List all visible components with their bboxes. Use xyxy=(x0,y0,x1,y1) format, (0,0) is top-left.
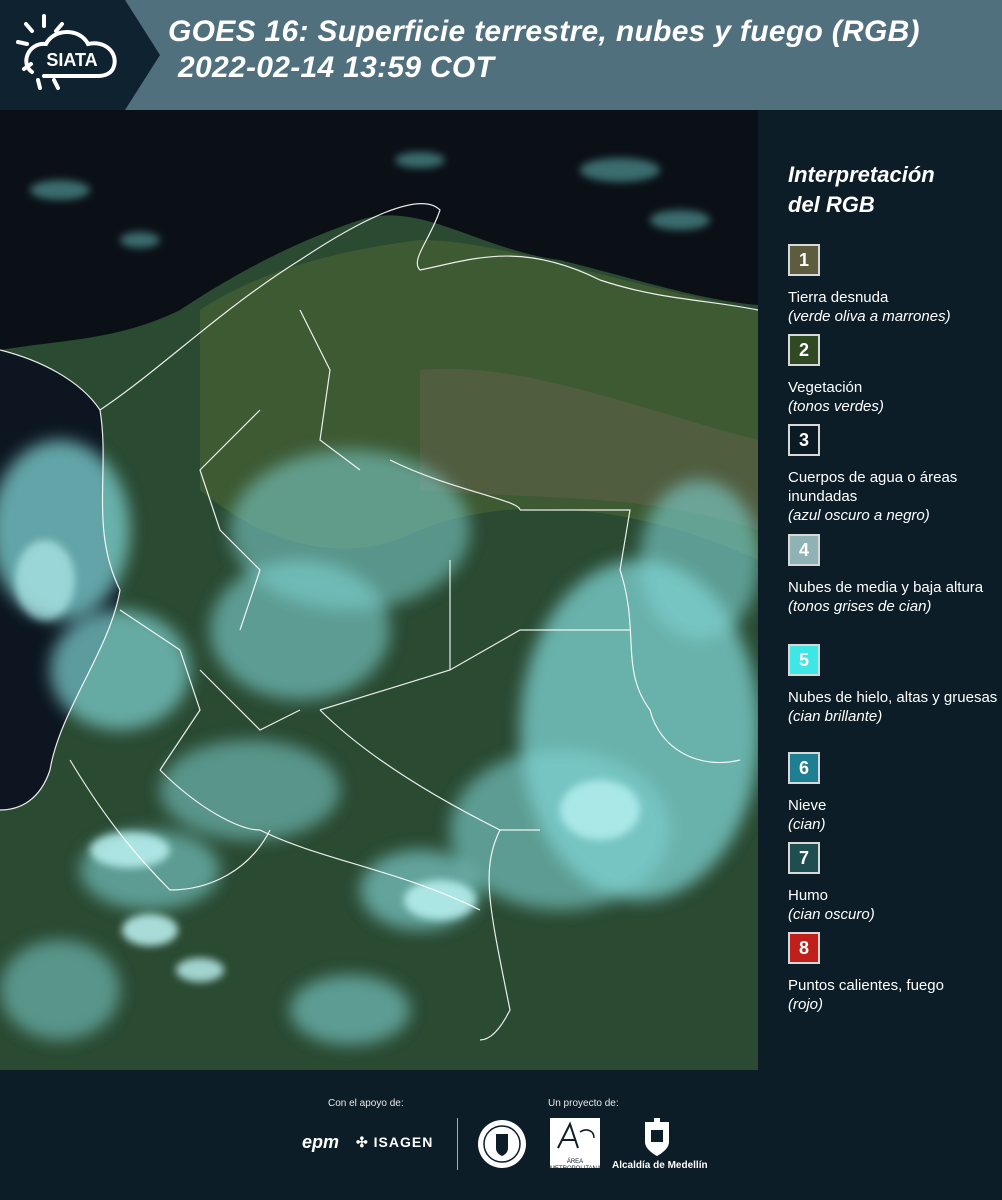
area-metropolitana-logo: ÁREA METROPOLITANA Valle de Aburrá xyxy=(550,1118,601,1179)
legend-swatch: 8 xyxy=(788,932,820,964)
satellite-map xyxy=(0,110,758,1070)
legend-item-6: 6 Nieve (cian) xyxy=(788,752,998,834)
legend-swatch: 7 xyxy=(788,842,820,874)
legend-swatch: 5 xyxy=(788,644,820,676)
legend-label: Nieve xyxy=(788,797,827,814)
university-seal-icon xyxy=(478,1120,526,1168)
legend-sub: (tonos verdes) xyxy=(788,398,884,415)
legend-swatch: 6 xyxy=(788,752,820,784)
legend-label: Cuerpos de agua o áreas inundadas xyxy=(788,469,958,505)
area-metropolitana-mark-icon xyxy=(557,1121,595,1149)
legend-panel: Interpretación del RGB 1 Tierra desnuda … xyxy=(770,110,1002,1070)
logo-panel: SIATA xyxy=(0,0,160,110)
legend-swatch: 1 xyxy=(788,244,820,276)
legend-label: Puntos calientes, fuego xyxy=(788,977,944,994)
legend-sub: (tonos grises de cian) xyxy=(788,598,932,615)
legend-title-line-1: Interpretación xyxy=(788,162,935,187)
legend-label: Nubes de hielo, altas y gruesas xyxy=(788,689,998,706)
logo-text: SIATA xyxy=(46,50,97,70)
legend-title-line-2: del RGB xyxy=(788,192,875,217)
legend-sub: (azul oscuro a negro) xyxy=(788,507,930,524)
legend-label: Nubes de media y baja altura xyxy=(788,579,984,596)
area-metropolitana-text: ÁREA METROPOLITANA xyxy=(550,1159,601,1172)
isagen-logo: ✣ ISAGEN xyxy=(356,1134,433,1151)
siata-logo: SIATA xyxy=(16,14,117,90)
legend-title: Interpretación del RGB xyxy=(788,160,988,220)
legend-sub: (cian brillante) xyxy=(788,708,883,725)
isagen-mark-icon: ✣ xyxy=(356,1134,369,1150)
isagen-text: ISAGEN xyxy=(373,1134,434,1150)
legend-swatch: 4 xyxy=(788,534,820,566)
project-label: Un proyecto de: xyxy=(548,1098,619,1109)
legend-swatch: 3 xyxy=(788,424,820,456)
satellite-image xyxy=(0,110,758,1070)
footer-divider xyxy=(457,1118,458,1170)
legend-label: Vegetación xyxy=(788,379,863,396)
legend-label: Humo xyxy=(788,887,829,904)
legend-item-3: 3 Cuerpos de agua o áreas inundadas (azu… xyxy=(788,424,998,525)
footer: Con el apoyo de: Un proyecto de: epm ✣ I… xyxy=(0,1070,1002,1200)
legend-item-8: 8 Puntos calientes, fuego (rojo) xyxy=(788,932,998,1014)
epm-logo: epm xyxy=(302,1132,340,1152)
legend-sub: (rojo) xyxy=(788,996,824,1013)
legend-sub: (cian) xyxy=(788,816,826,833)
legend-item-5: 5 Nubes de hielo, altas y gruesas (cian … xyxy=(788,644,998,726)
legend-item-4: 4 Nubes de media y baja altura (tonos gr… xyxy=(788,534,998,616)
legend-sub: (cian oscuro) xyxy=(788,906,875,923)
legend-item-2: 2 Vegetación (tonos verdes) xyxy=(788,334,998,416)
title-line-1: GOES 16: Superficie terrestre, nubes y f… xyxy=(168,15,920,48)
support-label: Con el apoyo de: xyxy=(328,1098,404,1109)
legend-item-7: 7 Humo (cian oscuro) xyxy=(788,842,998,924)
legend-sub: (verde oliva a marrones) xyxy=(788,308,951,325)
alcaldia-text: Alcaldía de Medellín xyxy=(612,1160,708,1171)
medellin-coat-of-arms-icon xyxy=(645,1118,669,1156)
header-bar: SIATA GOES 16: Superficie terrestre, nub… xyxy=(0,0,1002,110)
page-title: GOES 16: Superficie terrestre, nubes y f… xyxy=(168,14,920,86)
legend-swatch: 2 xyxy=(788,334,820,366)
area-metropolitana-sub: Valle de Aburrá xyxy=(558,1173,592,1179)
legend-item-1: 1 Tierra desnuda (verde oliva a marrones… xyxy=(788,244,998,326)
title-line-2: 2022-02-14 13:59 COT xyxy=(178,51,495,84)
legend-label: Tierra desnuda xyxy=(788,289,889,306)
